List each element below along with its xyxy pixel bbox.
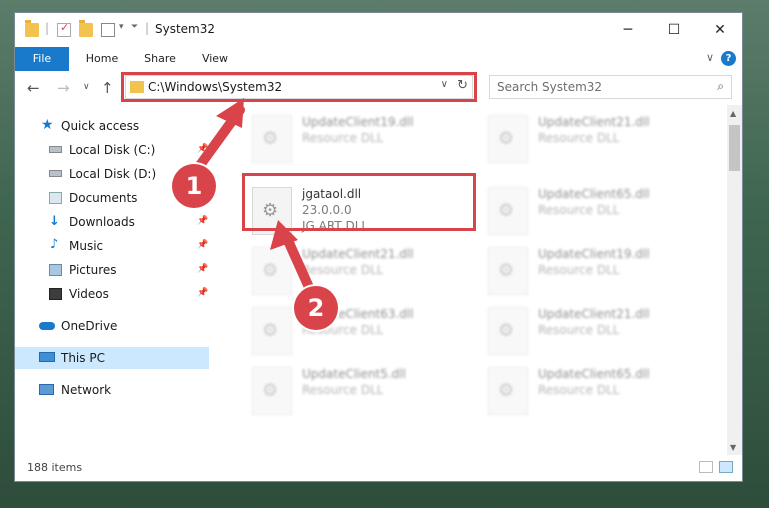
step-badge-two: 2 <box>294 286 338 330</box>
step-badge-one: 1 <box>172 164 216 208</box>
arrow-two-shaft <box>281 231 317 299</box>
annotation-overlay <box>193 98 317 299</box>
